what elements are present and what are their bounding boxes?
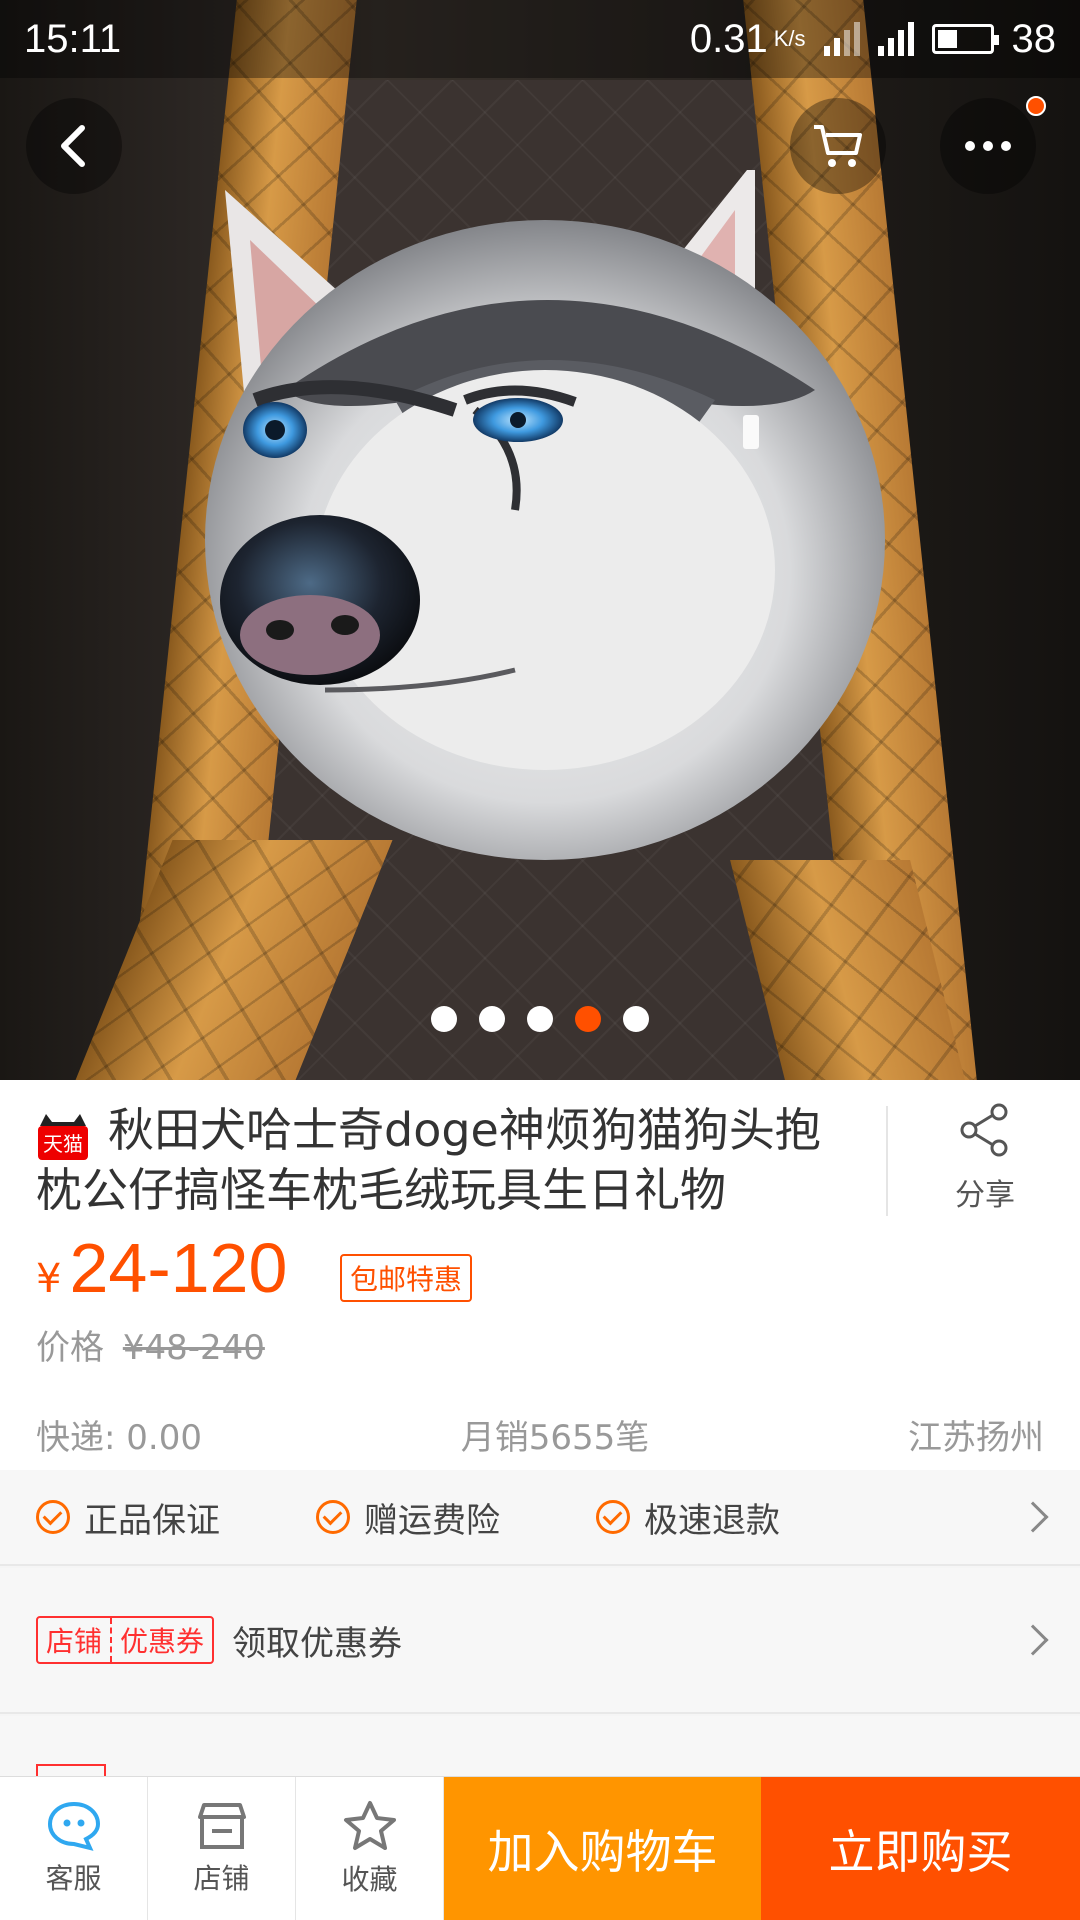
customer-service-label: 客服 (45, 1861, 102, 1895)
ship-from-location: 江苏扬州 (908, 1418, 1044, 1458)
share-label: 分享 (955, 1178, 1015, 1213)
star-icon (343, 1800, 396, 1850)
battery-level: 38 (1011, 16, 1057, 61)
guarantee-item: 极速退款 (596, 1493, 876, 1542)
original-price-label: 价格 (36, 1328, 104, 1368)
check-circle-icon (316, 1500, 350, 1534)
battery-icon (931, 24, 999, 54)
shipping-fee: 快递: 0.00 (36, 1418, 202, 1458)
product-detail-page: 15:11 0.31 K/s 38 天猫 秋田犬哈士奇doge神烦狗猫狗头抱枕公… (0, 0, 1080, 1920)
chevron-left-icon (61, 125, 85, 167)
carousel-dot[interactable] (527, 1006, 553, 1032)
chevron-right-icon (1017, 1624, 1049, 1656)
cart-button[interactable] (790, 98, 886, 194)
product-image-carousel[interactable]: 15:11 0.31 K/s 38 (0, 0, 1080, 1080)
currency-symbol: ¥ (36, 1256, 62, 1302)
more-dots-icon (965, 141, 1011, 151)
status-bar: 15:11 0.31 K/s 38 (0, 0, 1080, 78)
original-price-value: ¥48-240 (122, 1328, 265, 1368)
price: ¥ 24-120 (36, 1228, 287, 1308)
signal-icon (823, 22, 860, 56)
customer-service-tab[interactable]: 客服 (0, 1777, 148, 1920)
check-circle-icon (596, 1500, 630, 1534)
favorite-tab[interactable]: 收藏 (296, 1777, 444, 1920)
product-title: 秋田犬哈士奇doge神烦狗猫狗头抱枕公仔搞怪车枕毛绒玩具生日礼物 (36, 1103, 821, 1217)
carousel-dot[interactable] (479, 1006, 505, 1032)
guarantee-item: 赠运费险 (316, 1493, 596, 1542)
network-speed: 0.31 (689, 16, 768, 61)
favorite-label: 收藏 (341, 1862, 398, 1896)
carousel-dot[interactable] (431, 1006, 457, 1032)
more-menu-button[interactable] (940, 98, 1036, 194)
promo-tag: 包邮特惠 (340, 1254, 473, 1302)
share-button[interactable]: 分享 (930, 1102, 1040, 1214)
buy-now-button[interactable]: 立即购买 (761, 1777, 1080, 1920)
network-speed-unit: K/s (773, 26, 806, 51)
store-icon (197, 1802, 246, 1849)
notification-dot (1026, 96, 1046, 116)
husky-pillow-image (205, 170, 885, 860)
clock: 15:11 (24, 16, 122, 61)
product-info: 天猫 秋田犬哈士奇doge神烦狗猫狗头抱枕公仔搞怪车枕毛绒玩具生日礼物 分享 ¥… (0, 1080, 1080, 1470)
price-value: 24-120 (69, 1229, 288, 1307)
store-coupon-tag: 店铺 优惠券 (36, 1616, 215, 1664)
chat-bubble-icon (47, 1801, 100, 1851)
guarantee-item: 正品保证 (36, 1493, 316, 1542)
chevron-right-icon (1017, 1501, 1049, 1533)
partially-hidden-row (0, 1716, 1080, 1784)
check-circle-icon (36, 1500, 70, 1534)
store-tab[interactable]: 店铺 (148, 1777, 296, 1920)
monthly-sales: 月销5655笔 (460, 1418, 650, 1458)
add-to-cart-button[interactable]: 加入购物车 (444, 1777, 761, 1920)
carousel-indicators (0, 1006, 1080, 1032)
service-guarantees[interactable]: 正品保证 赠运费险 极速退款 (0, 1470, 1080, 1566)
cart-icon (814, 125, 862, 167)
back-button[interactable] (26, 98, 122, 194)
store-label: 店铺 (193, 1861, 250, 1895)
coupon-text: 领取优惠券 (232, 1623, 403, 1664)
carousel-dot[interactable] (623, 1006, 649, 1032)
coupon-row[interactable]: 店铺 优惠券 领取优惠券 (0, 1568, 1080, 1714)
share-icon (960, 1103, 1008, 1157)
product-meta: 快递: 0.00 月销5655笔 江苏扬州 (36, 1410, 1044, 1459)
signal-strength-icon (877, 22, 914, 56)
original-price: 价格 ¥48-240 (36, 1320, 265, 1369)
bottom-action-bar: 客服 店铺 收藏 加入购物车 立即购买 (0, 1776, 1080, 1920)
carousel-dot[interactable] (575, 1006, 601, 1032)
